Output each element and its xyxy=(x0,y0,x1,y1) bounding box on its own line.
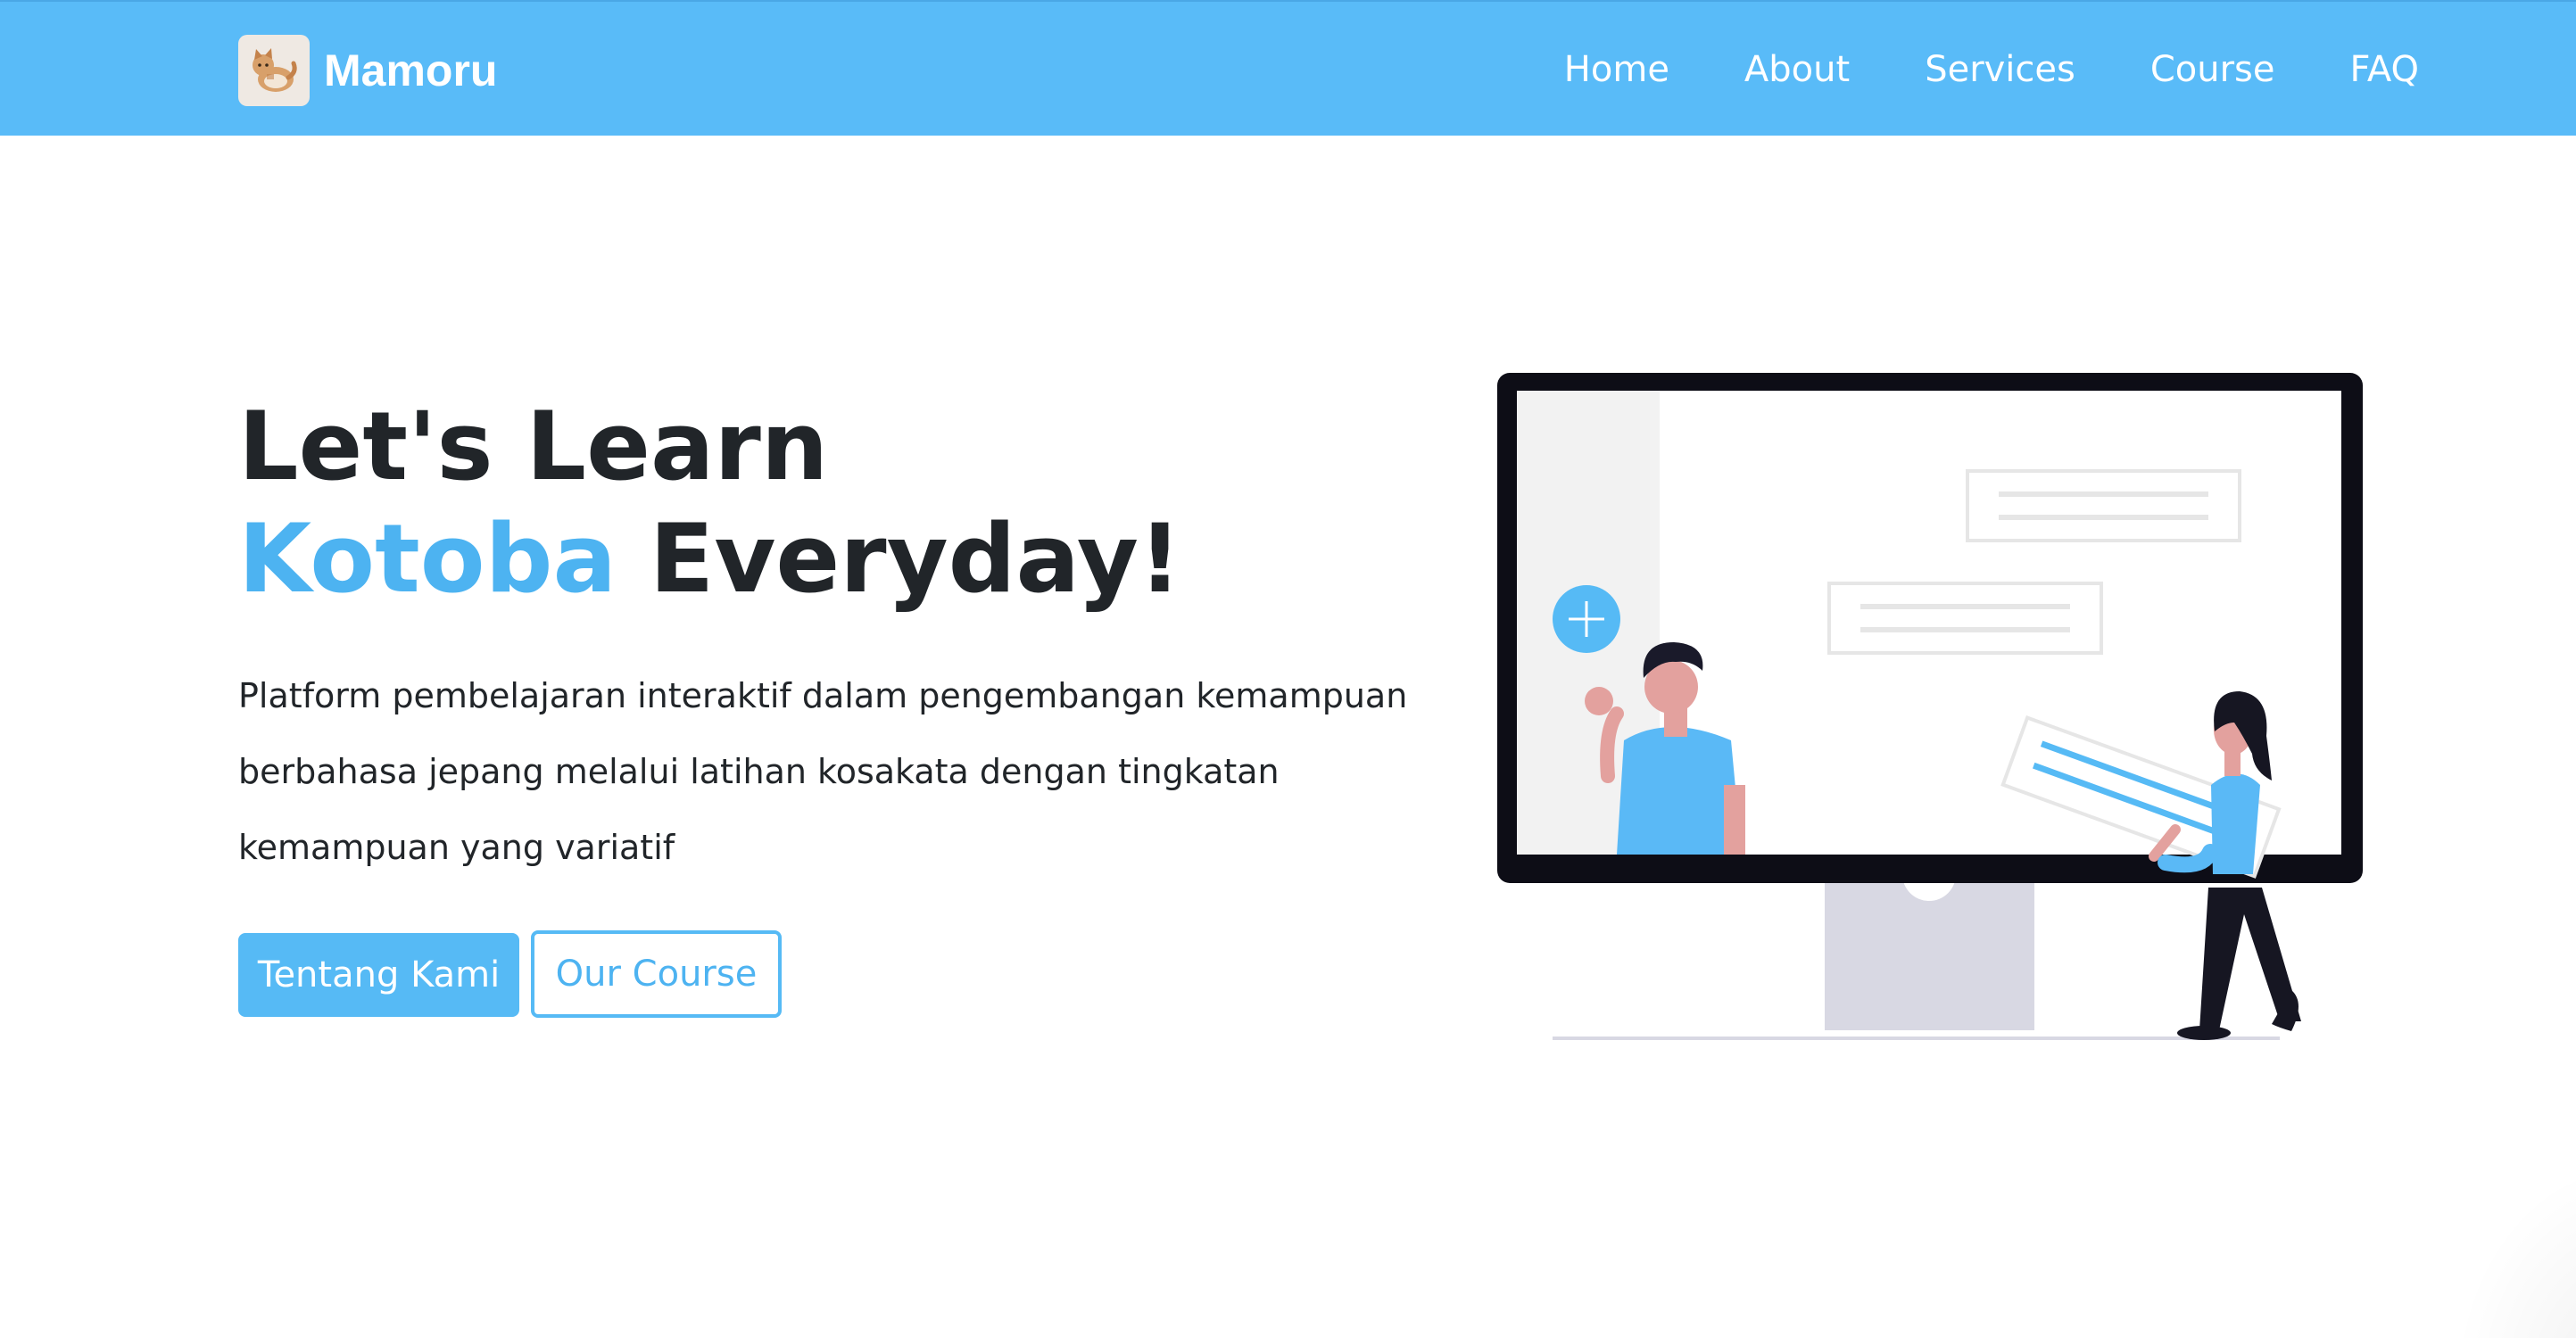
hero-title-line1: Let's Learn xyxy=(238,392,829,501)
brand-link[interactable]: Mamoru xyxy=(238,35,497,106)
navbar: Mamoru Home About Services Course FAQ xyxy=(0,0,2576,136)
our-course-button[interactable]: Our Course xyxy=(531,930,782,1018)
hero-illustration xyxy=(1497,373,2363,1040)
hero-title-rest: Everyday! xyxy=(649,504,1182,614)
nav-link-home[interactable]: Home xyxy=(1564,49,1669,90)
corner-shadow xyxy=(2451,1160,2576,1338)
nav-link-course[interactable]: Course xyxy=(2150,49,2275,90)
hero-title-accent: Kotoba xyxy=(238,504,617,614)
nav-link-about[interactable]: About xyxy=(1744,49,1850,90)
tentang-kami-button[interactable]: Tentang Kami xyxy=(238,933,519,1017)
hero-description: Platform pembelajaran interaktif dalam p… xyxy=(238,676,1408,867)
cat-logo-icon xyxy=(238,35,310,106)
brand-name: Mamoru xyxy=(324,45,498,95)
nav-menu: Home About Services Course FAQ xyxy=(1489,2,2419,137)
hero-title: Let's Learn Kotoba Everyday! xyxy=(238,391,1181,615)
nav-link-faq[interactable]: FAQ xyxy=(2350,49,2419,90)
nav-link-services[interactable]: Services xyxy=(1925,49,2075,90)
